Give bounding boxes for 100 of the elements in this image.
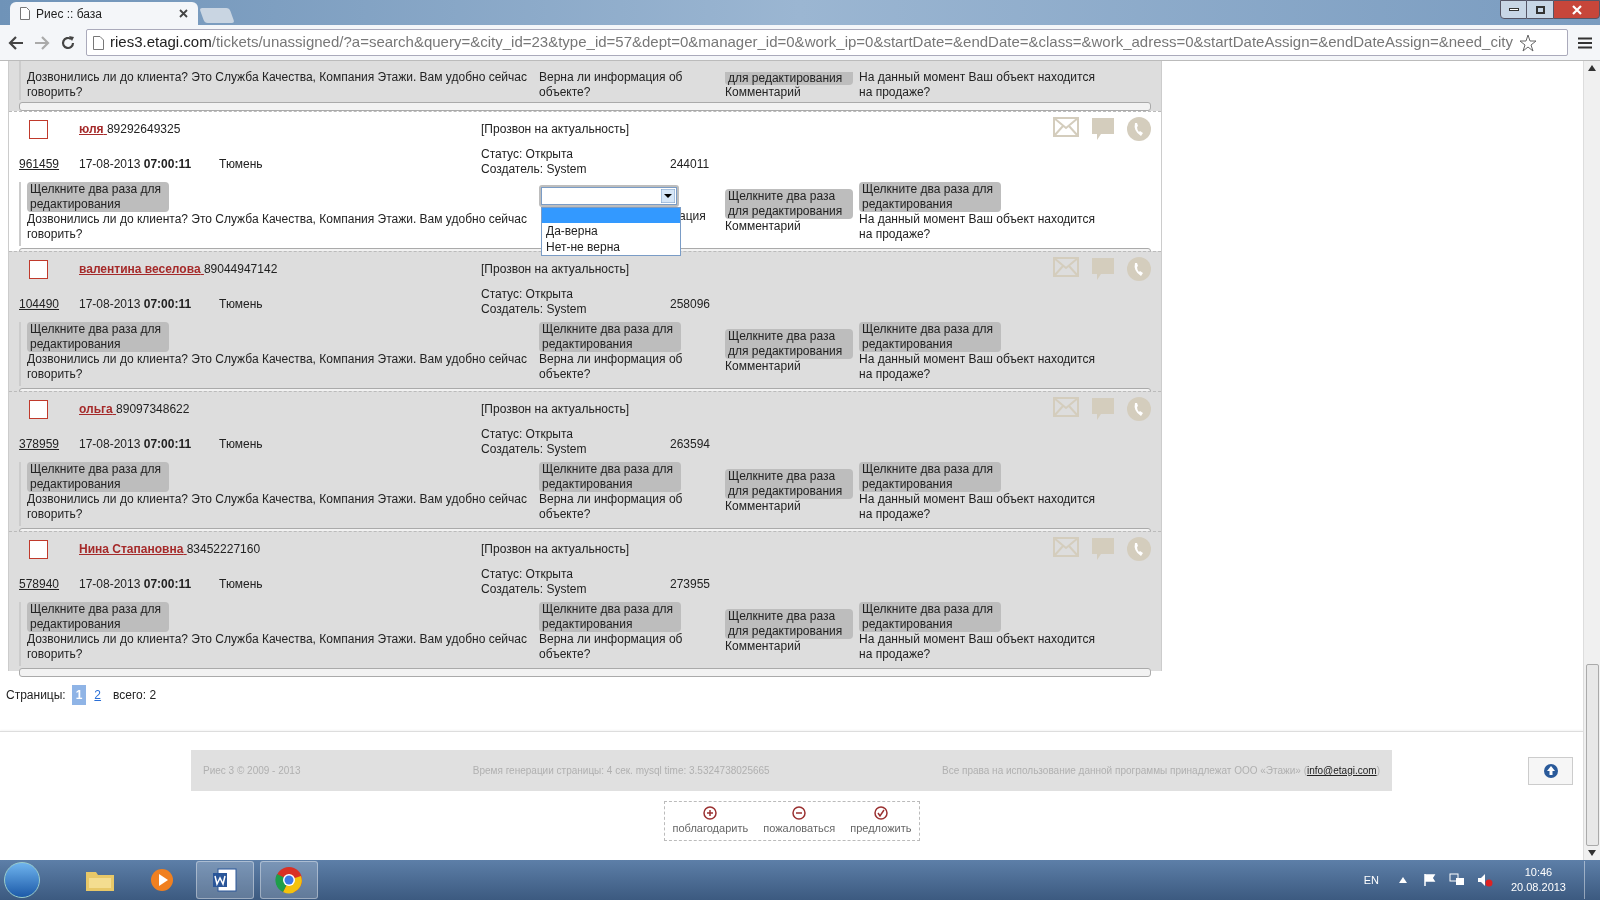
close-icon[interactable]	[179, 9, 188, 18]
ticket-id-link[interactable]: 578940	[19, 577, 60, 591]
creator-text: Создатель: System	[481, 302, 588, 317]
taskbar-chrome-icon[interactable]	[260, 861, 318, 899]
check-circle-icon	[873, 805, 888, 820]
network-icon[interactable]	[1448, 873, 1465, 887]
edit-label[interactable]: Щелкните два раза для редактирования	[859, 322, 1001, 352]
edit-label[interactable]: Щелкните два раза для редактирования	[859, 602, 1001, 632]
question-text: На данный момент Ваш объект находится на продаже?	[859, 212, 1096, 242]
star-icon[interactable]	[1518, 33, 1537, 52]
question-text: Дозвонились ли до клиента? Это Служба Качества, Компания Этажи. Вам удобно сейчас говорить?	[27, 492, 528, 522]
question-text: Комментарий	[725, 359, 802, 374]
ticket-datetime: 17-08-2013 07:00:11	[79, 576, 192, 593]
taskbar-word-icon[interactable]	[196, 861, 254, 899]
clock-time[interactable]: 10:46	[1524, 865, 1553, 880]
scrollbar-thumb[interactable]	[1585, 664, 1599, 846]
edit-label[interactable]: Щелкните два раза для редактирования	[725, 609, 853, 639]
city-text: Тюмень	[219, 156, 263, 173]
feedback-link[interactable]: поблагодарить	[672, 819, 749, 837]
edit-label[interactable]: Щелкните два раза для редактирования	[27, 322, 169, 352]
back-arrow-icon[interactable]	[8, 35, 24, 50]
city-text: Тюмень	[219, 436, 263, 453]
document-icon	[212, 867, 238, 893]
total-count: всего: 2	[113, 687, 157, 704]
question-text: Комментарий	[725, 219, 802, 234]
question-text: Комментарий	[725, 85, 802, 100]
question-text: Дозвонились ли до клиента? Это Служба Качества, Компания Этажи. Вам удобно сейчас говорить?	[27, 212, 528, 242]
status-text: Статус: Открыта	[481, 147, 574, 162]
phone-number: 89097348622	[116, 402, 190, 416]
checkbox[interactable]	[29, 260, 48, 279]
question-text: На данный момент Ваш объект находится на продаже?	[859, 492, 1096, 522]
start-button[interactable]	[4, 862, 40, 898]
minus-circle-icon	[792, 805, 807, 820]
reload-icon[interactable]	[60, 34, 76, 51]
ticket-id-link[interactable]: 104490	[19, 297, 60, 311]
dropdown-arrow-icon[interactable]	[661, 189, 675, 203]
ticket-type: [Прозвон на актуальность]	[481, 542, 630, 556]
scroll-top-button[interactable]	[1528, 756, 1573, 785]
feedback-link[interactable]: пожаловаться	[763, 819, 836, 837]
ticket-datetime: 17-08-2013 07:00:11	[79, 296, 192, 313]
page-link[interactable]: 2	[92, 686, 104, 704]
minimize-button[interactable]	[1500, 0, 1527, 19]
edit-label[interactable]: Щелкните два раза для редактирования	[725, 469, 853, 499]
caret-up-icon[interactable]	[1398, 877, 1407, 883]
question-text: Дозвонились ли до клиента? Это Служба Качества, Компания Этажи. Вам удобно сейчас говорить?	[27, 352, 528, 382]
edit-label[interactable]: Щелкните два раза для редактирования	[859, 182, 1001, 212]
language-indicator[interactable]: EN	[1363, 871, 1379, 889]
question-text: Комментарий	[725, 499, 802, 514]
ticket-id-link[interactable]: 378959	[19, 437, 60, 451]
edit-label[interactable]: Щелкните два раза для редактирования	[859, 462, 1001, 492]
dropdown-option[interactable]: Да-верна	[542, 223, 680, 239]
edit-label[interactable]: Щелкните два раза для редактирования	[539, 602, 681, 632]
creator-text: Создатель: System	[481, 442, 588, 457]
muted-speaker-icon[interactable]	[1476, 873, 1493, 887]
checkbox[interactable]	[29, 400, 48, 419]
address-bar[interactable]: ries3.etagi.com/tickets/unassigned/?a=search&query=&city_id=23&type_id=57&dept=0&manager_id=0&work_ip=0&startDate=&endDate=&class=&work_adress=0&startDateAssign=&endDateAssign=&need_city	[86, 29, 1568, 56]
page-icon	[20, 7, 30, 20]
creator-text: Создатель: System	[481, 582, 588, 597]
creator-text: Создатель: System	[481, 162, 588, 177]
status-text: Статус: Открыта	[481, 427, 574, 442]
menu-icon[interactable]	[1578, 36, 1592, 49]
city-text: Тюмень	[219, 296, 263, 313]
client-name-link[interactable]: валентина веселова	[79, 262, 204, 276]
question-text: Верна ли информация об объекте?	[539, 492, 684, 522]
flag-icon[interactable]	[1422, 873, 1437, 887]
scroll-down-arrow-icon[interactable]	[1588, 850, 1596, 856]
edit-label[interactable]: Щелкните два раза для редактирования	[539, 462, 681, 492]
checkbox[interactable]	[29, 540, 48, 559]
edit-label[interactable]: Щелкните два раза для редактирования	[725, 189, 853, 219]
client-name-link[interactable]: юля	[79, 122, 107, 136]
object-number: 258096	[670, 297, 711, 311]
dropdown-option[interactable]: Нет-не верна	[542, 239, 680, 255]
maximize-button[interactable]	[1527, 0, 1553, 19]
browser-tab[interactable]: Риес :: база	[10, 2, 198, 25]
question-text: Дозвонились ли до клиента? Это Служба Качества, Компания Этажи. Вам удобно сейчас говорить?	[27, 632, 528, 662]
client-name-link[interactable]: Нина Стапановна	[79, 542, 187, 556]
edit-label[interactable]: Щелкните два раза для редактирования	[725, 329, 853, 359]
edit-label[interactable]: для редактирования	[725, 72, 853, 85]
checkbox[interactable]	[29, 120, 48, 139]
ticket-id-link[interactable]: 961459	[19, 157, 60, 171]
scroll-up-arrow-icon[interactable]	[1588, 65, 1596, 71]
select-field[interactable]	[539, 185, 679, 207]
client-name-link[interactable]: ольга	[79, 402, 117, 416]
edit-label[interactable]: Щелкните два раза для редактирования	[539, 322, 681, 352]
feedback-link[interactable]: предложить	[850, 819, 912, 837]
clock-date[interactable]: 20.08.2013	[1510, 880, 1566, 895]
phone-number: 89044947142	[203, 262, 278, 276]
status-text: Статус: Открыта	[481, 567, 574, 582]
edit-label[interactable]: Щелкните два раза для редактирования	[27, 462, 169, 492]
email-link[interactable]: info@etagi.com	[1307, 765, 1377, 776]
question-text: Верна ли информация об объекте?	[539, 632, 684, 662]
scrollbar[interactable]	[1583, 61, 1600, 860]
edit-label[interactable]: Щелкните два раза для редактирования	[27, 602, 169, 632]
pages-label: Страницы:	[6, 687, 66, 704]
object-number: 263594	[670, 437, 711, 451]
question-text: Верна ли информация об объекте?	[539, 352, 684, 382]
close-window-button[interactable]	[1553, 0, 1600, 19]
phone-number: 89292649325	[106, 122, 181, 136]
edit-label[interactable]: Щелкните два раза для редактирования	[27, 182, 169, 212]
play-icon	[150, 868, 174, 892]
